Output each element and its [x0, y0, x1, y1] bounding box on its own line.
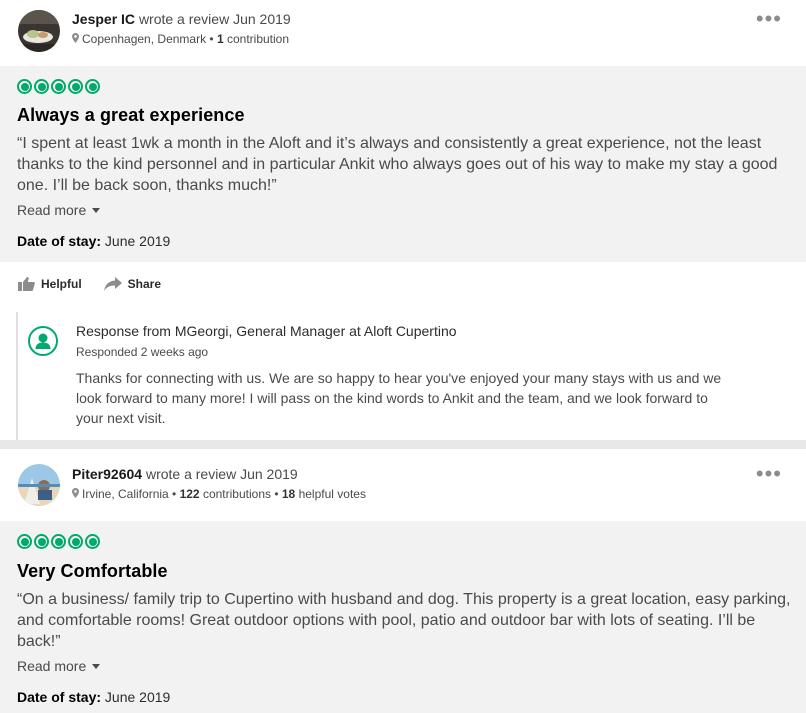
reviewer-name[interactable]: Piter92604 [72, 466, 142, 482]
review-action: wrote a review Jun 2019 [138, 11, 291, 27]
share-label: Share [127, 277, 162, 291]
avatar[interactable] [18, 10, 60, 52]
more-dots-icon[interactable]: ••• [756, 463, 782, 485]
date-of-stay-value: June 2019 [104, 689, 171, 705]
review-text: “On a business/ family trip to Cupertino… [17, 591, 791, 650]
review-separator [0, 440, 806, 449]
review-text: “I spent at least 1wk a month in the Alo… [17, 135, 778, 194]
person-icon [35, 333, 51, 349]
rating-bubble [34, 79, 49, 94]
read-more-link[interactable]: Read more [17, 202, 101, 218]
read-more-label: Read more [17, 658, 87, 674]
rating-bubble [85, 534, 100, 549]
read-more-link[interactable]: Read more [17, 658, 101, 674]
review-card: Jesper IC wrote a review Jun 2019 Copenh… [0, 0, 806, 440]
rating-bubble [51, 79, 66, 94]
thumbs-up-icon [18, 277, 35, 291]
manager-avatar [28, 326, 58, 356]
date-of-stay: Date of stay: June 2019 [17, 233, 170, 249]
review-action: wrote a review Jun 2019 [145, 466, 298, 482]
rating-bubble [17, 79, 32, 94]
response-date: Responded 2 weeks ago [76, 345, 209, 359]
rating-bubble [68, 79, 83, 94]
chevron-down-icon [92, 207, 101, 213]
reviewer-line: Piter92604 wrote a review Jun 2019 [72, 466, 298, 482]
contributions-count: 1 [216, 32, 224, 46]
date-of-stay-label: Date of stay: [17, 233, 102, 249]
owner-response: Response from MGeorgi, General Manager a… [0, 312, 806, 440]
share-arrow-icon [103, 277, 122, 291]
review-header: Jesper IC wrote a review Jun 2019 Copenh… [0, 0, 806, 66]
reviewer-line: Jesper IC wrote a review Jun 2019 [72, 11, 291, 27]
rating-bubble [85, 79, 100, 94]
helpful-votes-count: 18 [281, 487, 296, 501]
more-dots-icon[interactable]: ••• [756, 8, 782, 30]
review-header: Piter92604 wrote a review Jun 2019 Irvin… [0, 449, 806, 521]
review-title[interactable]: Always a great experience [17, 105, 245, 126]
rating-bubble [34, 534, 49, 549]
helpful-votes-label: helpful votes [298, 487, 366, 501]
reviewer-meta: Copenhagen, Denmark • 1 contribution [72, 32, 289, 46]
share-button[interactable]: Share [103, 277, 162, 291]
rating-bubbles [17, 79, 100, 94]
reviewer-name[interactable]: Jesper IC [72, 11, 135, 27]
reviewer-location: Irvine, California [82, 487, 169, 501]
read-more-label: Read more [17, 202, 87, 218]
response-divider [16, 312, 18, 440]
rating-bubble [51, 534, 66, 549]
rating-bubble [17, 534, 32, 549]
response-text: Thanks for connecting with us. We are so… [76, 370, 722, 426]
map-pin-icon [72, 32, 79, 46]
helpful-button[interactable]: Helpful [18, 277, 82, 291]
review-title[interactable]: Very Comfortable [17, 561, 168, 582]
response-from: Response from MGeorgi, General Manager a… [76, 323, 457, 339]
contributions-label: contribution [226, 32, 290, 46]
reviewer-meta: Irvine, California • 122 contributions •… [72, 487, 366, 501]
rating-bubble [68, 534, 83, 549]
rating-bubbles [17, 534, 100, 549]
helpful-label: Helpful [41, 277, 82, 291]
date-of-stay-value: June 2019 [104, 233, 171, 249]
contributions-count: 122 [179, 487, 200, 501]
review-card: Piter92604 wrote a review Jun 2019 Irvin… [0, 449, 806, 713]
review-body: Always a great experience “I spent at le… [0, 66, 806, 262]
review-actions: Helpful Share [18, 277, 183, 291]
date-of-stay-label: Date of stay: [17, 689, 102, 705]
avatar[interactable] [18, 464, 60, 506]
review-body: Very Comfortable “On a business/ family … [0, 521, 806, 713]
chevron-down-icon [92, 663, 101, 669]
reviewer-location: Copenhagen, Denmark [82, 32, 207, 46]
contributions-label: contributions [202, 487, 271, 501]
map-pin-icon [72, 487, 79, 501]
date-of-stay: Date of stay: June 2019 [17, 689, 170, 705]
